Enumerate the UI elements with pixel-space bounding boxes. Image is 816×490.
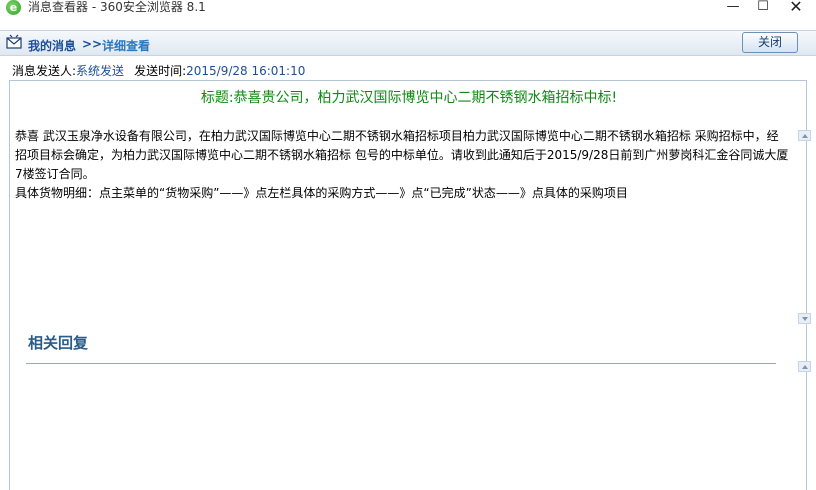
- scroll-up-icon[interactable]: [798, 130, 811, 141]
- message-body: 恭喜 武汉玉泉净水设备有限公司，在柏力武汉国际博览中心二期不锈钢水箱招标项目柏力…: [15, 127, 790, 203]
- time-label: 发送时间:: [134, 64, 187, 78]
- message-title: 标题:恭喜贵公司，柏力武汉国际博览中心二期不锈钢水箱招标中标!: [200, 90, 618, 106]
- mail-icon: [6, 34, 22, 49]
- app-logo-icon: e: [6, 0, 21, 15]
- breadcrumb-separator: >>: [82, 37, 103, 51]
- window-title: 消息查看器 - 360安全浏览器 8.1: [28, 0, 206, 14]
- message-body-paragraph: 恭喜 武汉玉泉净水设备有限公司，在柏力武汉国际博览中心二期不锈钢水箱招标项目柏力…: [15, 129, 789, 181]
- sender-value: 系统发送: [76, 64, 125, 78]
- message-body-details: 具体货物明细：点主菜单的“货物采购”——》点左栏具体的采购方式——》点“已完成”…: [15, 186, 628, 200]
- scroll-down-icon[interactable]: [798, 313, 811, 324]
- message-panel: 标题:恭喜贵公司，柏力武汉国际博览中心二期不锈钢水箱招标中标! 恭喜 武汉玉泉净…: [9, 80, 811, 490]
- sender-label: 消息发送人:: [12, 64, 77, 78]
- message-meta: 消息发送人:系统发送 发送时间:2015/9/28 16:01:10: [12, 62, 305, 79]
- breadcrumb-current: 详细查看: [102, 39, 151, 53]
- maximize-icon[interactable]: ☐: [748, 0, 778, 16]
- replies-divider: [26, 363, 776, 364]
- window-titlebar: e 消息查看器 - 360安全浏览器 8.1 — ☐ ✕: [0, 0, 816, 16]
- minimize-icon[interactable]: —: [718, 0, 748, 16]
- breadcrumb-my-messages[interactable]: 我的消息: [28, 37, 76, 54]
- close-icon[interactable]: ✕: [781, 0, 811, 16]
- close-button[interactable]: 关闭: [742, 32, 798, 53]
- replies-heading: 相关回复: [28, 334, 89, 352]
- scroll-up-icon[interactable]: [798, 361, 811, 372]
- breadcrumb-bar: 我的消息 >> 详细查看 关闭: [0, 30, 816, 56]
- time-value: 2015/9/28 16:01:10: [186, 64, 306, 78]
